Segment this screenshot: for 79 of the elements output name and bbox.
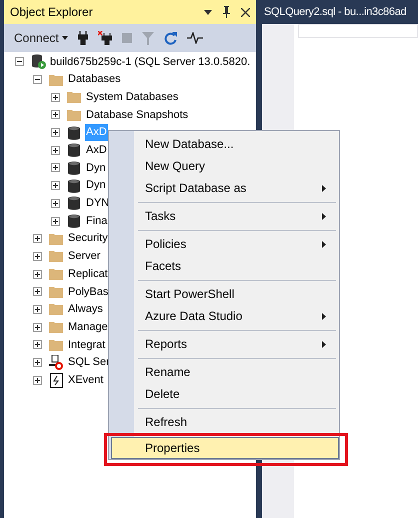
folder-icon: [49, 338, 63, 351]
tree-item[interactable]: Database Snapshots: [85, 106, 190, 124]
database-icon: [68, 143, 80, 158]
caret-icon: [62, 36, 68, 40]
expand-toggle[interactable]: [33, 322, 42, 332]
folder-icon: [49, 268, 63, 280]
activity-icon[interactable]: [186, 32, 203, 44]
expand-toggle[interactable]: [33, 287, 42, 296]
tree-item[interactable]: Databases: [67, 71, 122, 88]
plug-icon[interactable]: [78, 31, 88, 45]
panel-title: Object Explorer: [10, 4, 94, 21]
expand-toggle[interactable]: [51, 110, 60, 120]
menu-item[interactable]: Tasks: [111, 205, 337, 227]
tree-item[interactable]: Fina: [85, 212, 108, 230]
close-icon[interactable]: [241, 8, 250, 16]
tree-item[interactable]: Replicat: [67, 266, 109, 282]
tree-item[interactable]: Dyn: [85, 160, 107, 176]
database-icon: [68, 160, 80, 175]
disconnect-icon[interactable]: [98, 31, 112, 45]
expand-toggle[interactable]: [33, 304, 42, 314]
expand-toggle[interactable]: [33, 358, 42, 368]
database-icon: [68, 196, 80, 210]
menu-item[interactable]: Refresh: [111, 411, 337, 433]
folder-icon: [49, 286, 63, 298]
tree-item[interactable]: Integrat: [67, 336, 106, 354]
collapse-toggle[interactable]: [15, 57, 24, 66]
menu-item[interactable]: Reports: [111, 333, 337, 355]
folder-icon: [49, 303, 63, 316]
menu-item[interactable]: Delete: [111, 383, 337, 405]
tree-item[interactable]: AxD: [85, 142, 108, 159]
expand-toggle[interactable]: [33, 270, 42, 279]
event-icon: [50, 372, 62, 388]
tree-item[interactable]: Server: [67, 248, 102, 265]
expand-toggle[interactable]: [51, 216, 60, 226]
menu-item[interactable]: Azure Data Studio: [111, 305, 337, 327]
menu-item[interactable]: Rename: [111, 361, 337, 383]
server-icon: [30, 54, 46, 70]
expand-toggle[interactable]: [51, 146, 60, 155]
tree-item[interactable]: SQL Ser: [67, 354, 111, 371]
expand-toggle[interactable]: [51, 128, 60, 138]
menu-item[interactable]: Start PowerShell: [111, 283, 337, 305]
menu-item[interactable]: Facets: [111, 255, 337, 277]
database-icon: [68, 214, 80, 228]
tree-item[interactable]: PolyBas: [67, 284, 110, 300]
tree-item[interactable]: Security: [67, 230, 109, 247]
expand-toggle[interactable]: [33, 376, 42, 385]
menu-item[interactable]: New Database...: [111, 133, 337, 155]
agent-icon: [49, 355, 63, 370]
expand-toggle[interactable]: [33, 252, 42, 261]
folder-icon: [49, 321, 63, 334]
tree-item[interactable]: Always: [67, 301, 104, 318]
refresh-icon[interactable]: [164, 32, 177, 44]
expand-toggle[interactable]: [51, 181, 60, 190]
expand-toggle[interactable]: [51, 198, 60, 208]
database-icon: [68, 126, 80, 140]
menu-item[interactable]: Properties: [111, 437, 339, 459]
menu-item[interactable]: Policies: [111, 233, 337, 255]
tree-item[interactable]: Dyn: [85, 177, 107, 194]
tree-item[interactable]: XEvent: [67, 372, 104, 388]
tree-item[interactable]: System Databases: [85, 88, 180, 106]
expand-toggle[interactable]: [51, 163, 60, 172]
folder-icon: [49, 250, 63, 262]
connect-button[interactable]: Connect: [14, 29, 68, 47]
menu-item[interactable]: New Query: [111, 155, 337, 177]
menu-item[interactable]: Script Database as: [111, 177, 337, 199]
tree-item[interactable]: Manage: [67, 318, 109, 336]
editor-field[interactable]: [298, 24, 418, 38]
collapse-toggle[interactable]: [33, 75, 42, 84]
folder-icon: [49, 74, 63, 86]
folder-icon: [49, 232, 63, 245]
tree-item[interactable]: build675b259c-1 (SQL Server 13.0.5820.: [49, 54, 252, 70]
database-icon: [68, 178, 80, 193]
expand-toggle[interactable]: [33, 340, 42, 350]
expand-toggle[interactable]: [33, 234, 42, 244]
folder-icon: [67, 91, 81, 104]
expand-toggle[interactable]: [51, 92, 60, 102]
pin-icon[interactable]: [222, 6, 231, 18]
dropdown-icon[interactable]: [204, 10, 212, 14]
folder-icon: [67, 108, 81, 121]
